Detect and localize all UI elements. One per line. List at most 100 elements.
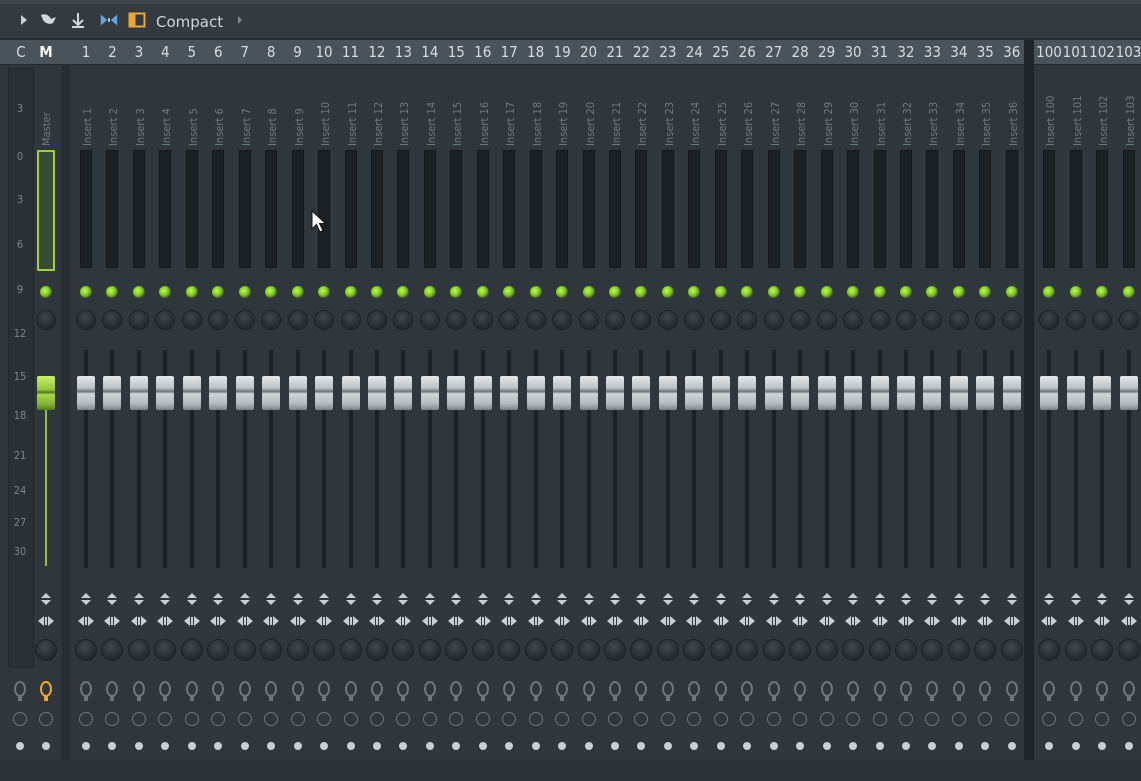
insert-volume-fader[interactable]: [129, 376, 148, 410]
insert-select-dot[interactable]: [134, 742, 143, 750]
insert-enable-led[interactable]: [820, 286, 833, 298]
insert-pan-knob[interactable]: [182, 311, 201, 329]
insert-route-icon[interactable]: [185, 680, 199, 702]
insert-swap-lr-icon[interactable]: [77, 614, 95, 628]
insert-route-icon[interactable]: [1069, 680, 1083, 702]
insert-enable-led[interactable]: [1069, 286, 1082, 298]
insert-enable-led[interactable]: [582, 286, 595, 298]
insert-swap-lr-icon[interactable]: [738, 614, 756, 628]
insert-swap-lr-icon[interactable]: [315, 614, 333, 628]
insert-stereo-separation-icon[interactable]: [1069, 592, 1083, 606]
insert-select-dot[interactable]: [505, 742, 514, 750]
insert-volume-fader[interactable]: [473, 376, 492, 410]
insert-route-icon[interactable]: [79, 680, 93, 702]
insert-swap-lr-icon[interactable]: [1093, 614, 1111, 628]
insert-pan-knob[interactable]: [632, 311, 651, 329]
insert-enable-led[interactable]: [952, 286, 965, 298]
insert-stereo-separation-icon[interactable]: [158, 592, 172, 606]
insert-select-dot[interactable]: [954, 742, 963, 750]
insert-select-dot[interactable]: [558, 742, 567, 750]
insert-volume-fader[interactable]: [1093, 376, 1111, 410]
insert-swap-lr-icon[interactable]: [791, 614, 809, 628]
insert-select-dot[interactable]: [82, 742, 90, 750]
insert-stereo-separation-icon[interactable]: [873, 592, 887, 606]
insert-route-icon[interactable]: [608, 680, 622, 702]
insert-enable-led[interactable]: [926, 286, 939, 298]
insert-stereo-separation-icon[interactable]: [714, 592, 728, 606]
insert-enable-led[interactable]: [635, 286, 648, 298]
insert-route-icon[interactable]: [740, 680, 754, 702]
insert-latency-icon[interactable]: [369, 712, 384, 726]
insert-enable-led[interactable]: [450, 286, 463, 298]
insert-volume-fader[interactable]: [315, 376, 334, 410]
insert-volume-knob[interactable]: [76, 640, 96, 660]
insert-volume-knob[interactable]: [102, 640, 123, 660]
insert-volume-knob[interactable]: [975, 640, 996, 660]
insert-volume-knob[interactable]: [816, 640, 837, 660]
insert-pan-knob[interactable]: [262, 311, 281, 329]
insert-volume-knob[interactable]: [446, 640, 467, 660]
insert-volume-fader[interactable]: [923, 376, 942, 410]
insert-volume-fader[interactable]: [632, 376, 651, 410]
insert-enable-led[interactable]: [1005, 286, 1018, 298]
master-select-dot[interactable]: [42, 742, 50, 750]
insert-pan-knob[interactable]: [394, 311, 413, 329]
insert-volume-fader[interactable]: [420, 376, 439, 410]
insert-latency-icon[interactable]: [1095, 712, 1109, 726]
insert-pan-knob[interactable]: [103, 311, 122, 329]
insert-latency-icon[interactable]: [581, 712, 596, 726]
insert-route-icon[interactable]: [344, 680, 358, 702]
insert-enable-led[interactable]: [1043, 286, 1055, 298]
insert-select-dot[interactable]: [425, 742, 434, 750]
insert-select-dot[interactable]: [1071, 742, 1080, 750]
insert-stereo-separation-icon[interactable]: [105, 592, 119, 606]
insert-latency-icon[interactable]: [158, 712, 173, 726]
insert-latency-icon[interactable]: [237, 712, 252, 726]
insert-route-icon[interactable]: [529, 680, 543, 702]
insert-enable-led[interactable]: [185, 286, 198, 298]
insert-stereo-separation-icon[interactable]: [899, 592, 913, 606]
insert-route-icon[interactable]: [555, 680, 569, 702]
insert-volume-knob[interactable]: [1118, 640, 1139, 660]
insert-enable-led[interactable]: [1096, 286, 1108, 298]
insert-route-icon[interactable]: [634, 680, 648, 702]
insert-enable-led[interactable]: [423, 286, 436, 298]
insert-volume-fader[interactable]: [235, 376, 254, 410]
insert-stereo-separation-icon[interactable]: [978, 592, 992, 606]
insert-swap-lr-icon[interactable]: [103, 614, 121, 628]
insert-select-dot[interactable]: [187, 742, 196, 750]
insert-latency-icon[interactable]: [449, 712, 464, 726]
insert-route-icon[interactable]: [238, 680, 252, 702]
insert-route-icon[interactable]: [582, 680, 596, 702]
insert-stereo-separation-icon[interactable]: [740, 592, 754, 606]
insert-pan-knob[interactable]: [235, 311, 254, 329]
insert-route-icon[interactable]: [317, 680, 331, 702]
insert-select-dot[interactable]: [320, 742, 329, 750]
c-select-dot[interactable]: [16, 742, 24, 750]
insert-pan-knob[interactable]: [844, 311, 863, 329]
insert-latency-icon[interactable]: [634, 712, 649, 726]
insert-route-icon[interactable]: [952, 680, 966, 702]
insert-stereo-separation-icon[interactable]: [449, 592, 463, 606]
insert-select-dot[interactable]: [214, 742, 223, 750]
insert-stereo-separation-icon[interactable]: [238, 592, 252, 606]
insert-enable-led[interactable]: [159, 286, 172, 298]
insert-pan-knob[interactable]: [315, 311, 334, 329]
insert-route-icon[interactable]: [714, 680, 728, 702]
insert-volume-knob[interactable]: [472, 640, 493, 660]
insert-swap-lr-icon[interactable]: [209, 614, 227, 628]
insert-pan-knob[interactable]: [473, 311, 492, 329]
insert-stereo-separation-icon[interactable]: [370, 592, 384, 606]
insert-volume-knob[interactable]: [922, 640, 943, 660]
insert-route-icon[interactable]: [793, 680, 807, 702]
insert-swap-lr-icon[interactable]: [580, 614, 598, 628]
insert-select-dot[interactable]: [849, 742, 858, 750]
insert-select-dot[interactable]: [743, 742, 752, 750]
insert-select-dot[interactable]: [399, 742, 408, 750]
insert-latency-icon[interactable]: [846, 712, 861, 726]
insert-volume-fader[interactable]: [738, 376, 757, 410]
insert-latency-icon[interactable]: [819, 712, 834, 726]
insert-pan-knob[interactable]: [341, 311, 360, 329]
insert-route-icon[interactable]: [502, 680, 516, 702]
insert-latency-icon[interactable]: [502, 712, 517, 726]
